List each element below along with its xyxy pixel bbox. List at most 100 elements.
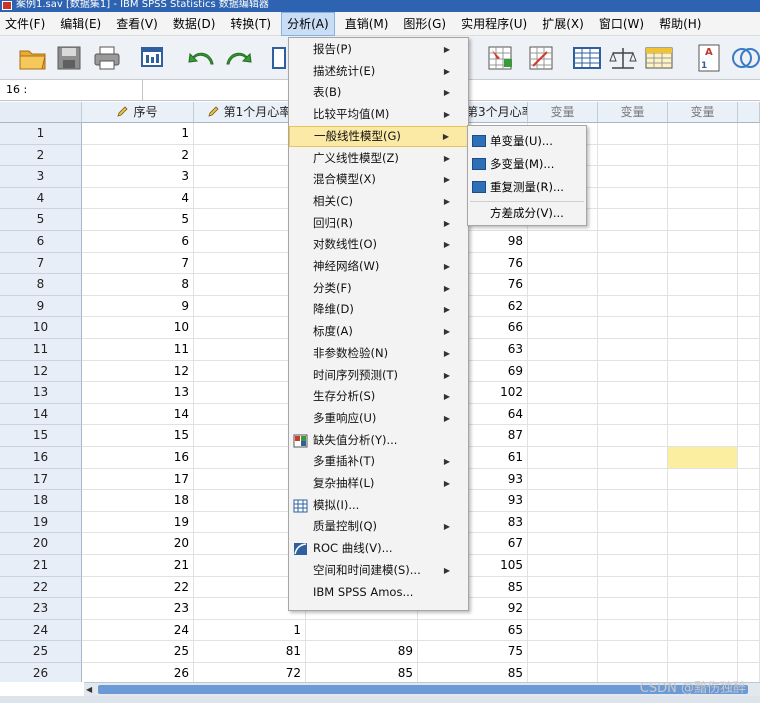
analyze-menu-item[interactable]: 时间序列预测(T) ▶ [289, 365, 468, 387]
column-header[interactable]: 序号 [82, 102, 194, 123]
table-cell[interactable]: 2 [82, 144, 194, 167]
table-cell[interactable] [668, 425, 738, 447]
table-cell[interactable]: 8 [82, 274, 194, 296]
table-cell[interactable] [738, 576, 760, 599]
table-cell[interactable] [668, 619, 738, 642]
table-cell[interactable] [738, 641, 760, 663]
table-cell[interactable] [668, 598, 738, 620]
table-cell[interactable] [598, 123, 668, 145]
column-header[interactable] [738, 102, 760, 123]
table-cell[interactable] [598, 511, 668, 534]
table-cell[interactable] [738, 555, 760, 577]
table-cell[interactable]: 81 [194, 641, 306, 663]
row-number[interactable]: 5 [0, 209, 82, 231]
table-cell[interactable] [738, 533, 760, 555]
table-cell[interactable]: 23 [82, 598, 194, 620]
row-number[interactable]: 20 [0, 533, 82, 555]
table-cell[interactable]: 65 [418, 619, 528, 642]
analyze-menu-item[interactable]: 描述统计(E) ▶ [289, 61, 468, 83]
table-cell[interactable] [598, 252, 668, 275]
circle-sets-icon[interactable] [728, 42, 760, 74]
table-cell[interactable]: 21 [82, 555, 194, 577]
table-cell[interactable] [738, 447, 760, 469]
table-cell[interactable] [598, 231, 668, 253]
table-cell[interactable]: 12 [82, 360, 194, 383]
menu-transform[interactable]: 转换(T) [225, 12, 276, 36]
analyze-menu-item[interactable]: 混合模型(X) ▶ [289, 169, 468, 191]
table-cell[interactable] [668, 511, 738, 534]
table-cell[interactable] [668, 490, 738, 512]
insert-variable-icon[interactable] [484, 42, 518, 74]
analyze-menu-item[interactable]: 一般线性模型(G) ▶ [289, 125, 468, 148]
menu-analyze[interactable]: 分析(A) [281, 11, 335, 36]
table-cell[interactable] [528, 425, 598, 447]
analyze-menu-item[interactable]: 报告(P) ▶ [289, 39, 468, 61]
table-cell[interactable]: 15 [82, 425, 194, 447]
table-cell[interactable] [528, 511, 598, 534]
analyze-menu-item[interactable]: 空间和时间建模(S)... ▶ [289, 560, 468, 582]
table-cell[interactable] [738, 252, 760, 275]
analyze-menu-item[interactable]: 生存分析(S) ▶ [289, 386, 468, 408]
table-cell[interactable] [738, 274, 760, 296]
table-cell[interactable] [528, 576, 598, 599]
analyze-menu-item[interactable]: 非参数检验(N) ▶ [289, 343, 468, 365]
table-cell[interactable] [598, 382, 668, 404]
scroll-left-icon[interactable]: ◀ [86, 684, 96, 695]
analyze-menu-item[interactable]: 多重响应(U) ▶ [289, 408, 468, 430]
analyze-menu-item[interactable]: 分类(F) ▶ [289, 278, 468, 300]
table-cell[interactable] [668, 187, 738, 210]
table-cell[interactable] [598, 641, 668, 663]
table-cell[interactable] [738, 490, 760, 512]
table-cell[interactable] [528, 533, 598, 555]
row-number[interactable]: 4 [0, 187, 82, 210]
row-number[interactable]: 11 [0, 339, 82, 361]
table-cell[interactable] [528, 360, 598, 383]
table-cell[interactable] [598, 295, 668, 318]
table-cell[interactable] [668, 144, 738, 167]
row-number[interactable]: 1 [0, 123, 82, 145]
analyze-menu-item[interactable]: 表(B) ▶ [289, 82, 468, 104]
table-cell[interactable]: 85 [306, 663, 418, 682]
table-cell[interactable]: 72 [194, 663, 306, 682]
undo-icon[interactable] [184, 42, 218, 74]
value-labels-icon[interactable] [642, 42, 676, 74]
weight-cases-icon[interactable] [570, 42, 604, 74]
table-cell[interactable]: 5 [82, 209, 194, 231]
print-icon[interactable] [90, 42, 124, 74]
analyze-menu-item[interactable]: 复杂抽样(L) ▶ [289, 473, 468, 495]
row-number[interactable]: 22 [0, 576, 82, 599]
table-cell[interactable] [668, 447, 738, 469]
table-cell[interactable] [668, 317, 738, 339]
row-number[interactable]: 14 [0, 403, 82, 426]
column-header[interactable]: 变量 [598, 102, 668, 123]
table-cell[interactable]: 89 [306, 641, 418, 663]
analyze-menu-item[interactable]: 相关(C) ▶ [289, 191, 468, 213]
row-number[interactable]: 23 [0, 598, 82, 620]
row-number[interactable]: 21 [0, 555, 82, 577]
menu-utilities[interactable]: 实用程序(U) [456, 12, 532, 36]
table-cell[interactable] [738, 317, 760, 339]
table-cell[interactable] [738, 360, 760, 383]
table-cell[interactable] [668, 382, 738, 404]
table-cell[interactable]: 9 [82, 295, 194, 318]
row-number[interactable]: 26 [0, 663, 82, 682]
table-cell[interactable] [598, 598, 668, 620]
table-cell[interactable] [738, 619, 760, 642]
table-cell[interactable]: 1 [82, 123, 194, 145]
table-cell[interactable] [528, 641, 598, 663]
table-cell[interactable] [668, 231, 738, 253]
analyze-menu-item[interactable]: 回归(R) ▶ [289, 213, 468, 235]
dialog-recall-icon[interactable] [136, 42, 170, 74]
table-cell[interactable]: 14 [82, 403, 194, 426]
cell-reference[interactable]: 16 : [0, 80, 143, 100]
table-cell[interactable] [598, 576, 668, 599]
row-number[interactable]: 7 [0, 252, 82, 275]
table-cell[interactable]: 11 [82, 339, 194, 361]
analyze-menu-item[interactable]: 广义线性模型(Z) ▶ [289, 148, 468, 170]
table-cell[interactable] [598, 274, 668, 296]
table-cell[interactable]: 25 [82, 641, 194, 663]
table-cell[interactable]: 17 [82, 468, 194, 491]
table-cell[interactable] [528, 403, 598, 426]
table-cell[interactable]: 10 [82, 317, 194, 339]
table-cell[interactable] [668, 576, 738, 599]
